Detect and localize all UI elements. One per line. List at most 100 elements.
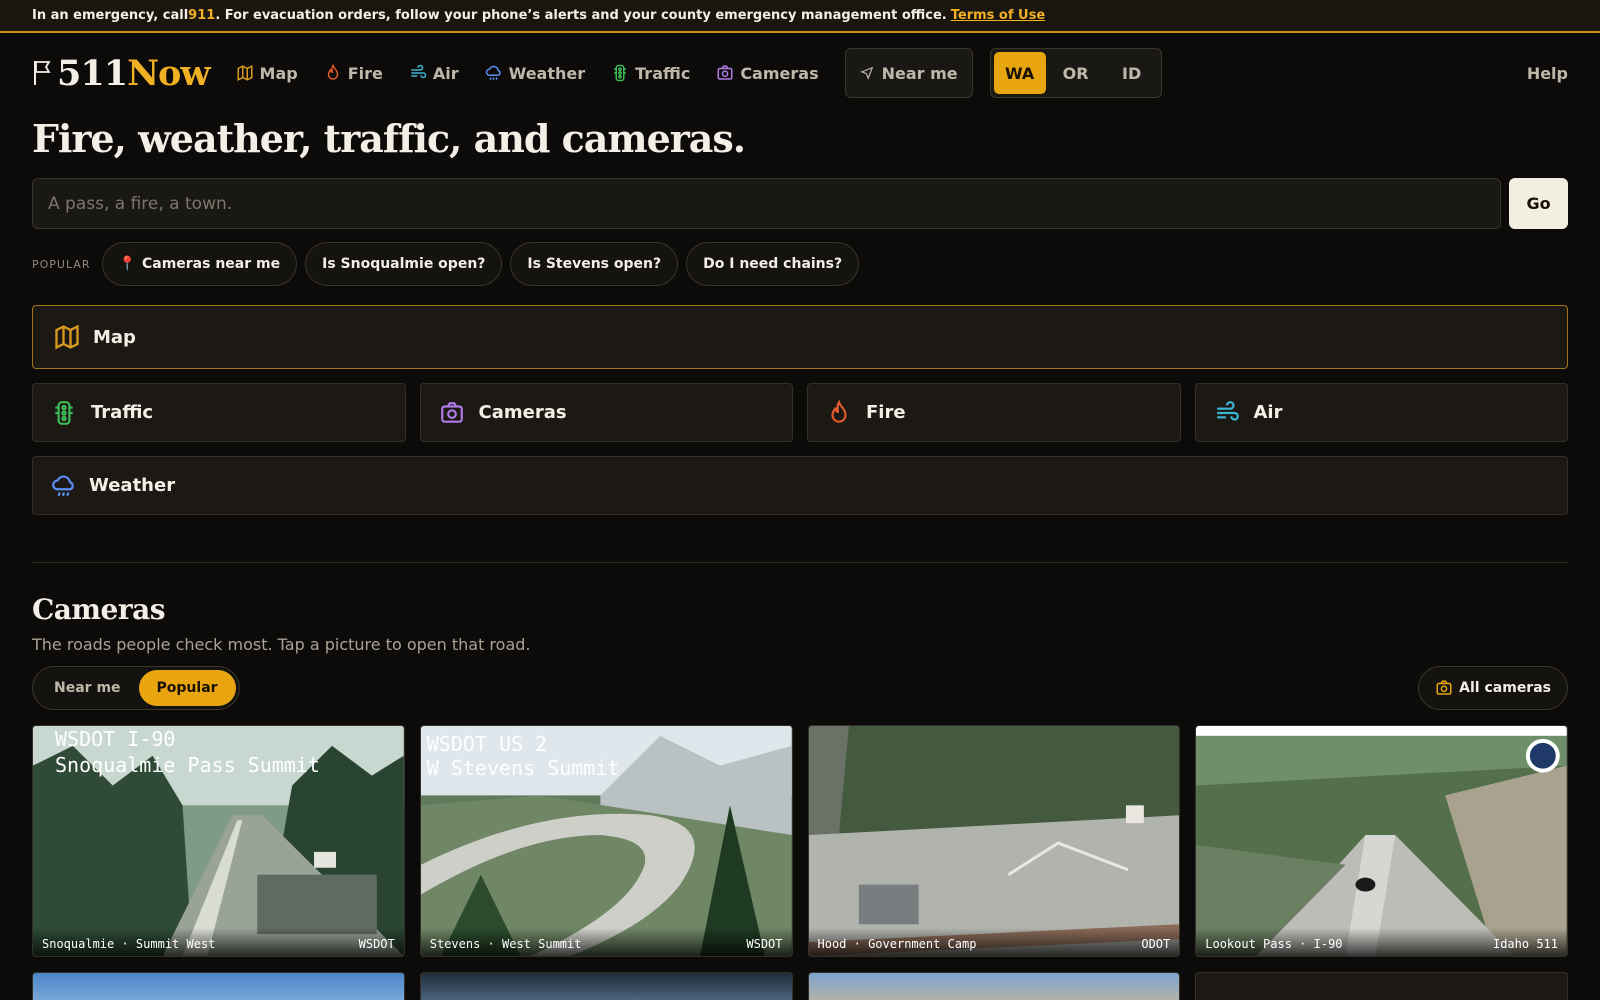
go-button[interactable]: Go xyxy=(1509,178,1568,229)
camera-source: WSDOT xyxy=(358,937,395,951)
camera-card-lookout[interactable]: Lookout Pass · I-90 Idaho 511 xyxy=(1195,725,1568,957)
cameras-tile[interactable]: Cameras xyxy=(419,383,793,442)
cameras-section-title: Cameras xyxy=(32,593,166,626)
weather-tile[interactable]: Weather xyxy=(32,456,1568,515)
nav-fire[interactable]: Fire xyxy=(324,64,383,83)
fire-icon xyxy=(831,399,847,423)
wind-icon xyxy=(1216,400,1239,421)
map-tile[interactable]: Map xyxy=(32,305,1568,369)
camera-overlay-line2: W Stevens Summit xyxy=(426,756,620,780)
all-cameras-label: All cameras xyxy=(1459,680,1551,696)
weather-tile-label: Weather xyxy=(89,475,176,496)
camera-overlay-text: WSDOT I-90 Snoqualmie Pass Summit xyxy=(55,726,320,778)
pin-icon: 📍 xyxy=(118,256,136,272)
camera-icon xyxy=(1436,680,1452,695)
fire-icon xyxy=(327,64,338,80)
popular-stevens-open[interactable]: Is Stevens open? xyxy=(510,242,679,286)
logo-text-now: Now xyxy=(127,52,210,94)
popular-label: POPULAR xyxy=(32,257,91,271)
camera-card-hood[interactable]: Hood · Government Camp ODOT xyxy=(807,725,1181,957)
traffic-light-icon xyxy=(614,64,627,82)
nav-traffic[interactable]: Traffic xyxy=(611,64,690,83)
camera-caption: Lookout Pass · I-90 xyxy=(1205,937,1343,951)
camera-caption-bar: Stevens · West Summit WSDOT xyxy=(420,928,792,956)
nav-weather-label: Weather xyxy=(508,63,586,83)
traffic-tile[interactable]: Traffic xyxy=(32,383,406,442)
state-id[interactable]: ID xyxy=(1106,52,1158,94)
popular-need-chains[interactable]: Do I need chains? xyxy=(686,242,860,286)
state-selector: WA OR ID xyxy=(989,48,1162,98)
camera-card-partial[interactable] xyxy=(807,972,1181,1000)
cloud-rain-icon xyxy=(485,65,501,80)
popular-snoqualmie-open[interactable]: Is Snoqualmie open? xyxy=(305,242,503,286)
emergency-banner: In an emergency, call 911 . For evacuati… xyxy=(0,0,1600,33)
popular-cameras-near-me[interactable]: 📍 Cameras near me xyxy=(101,242,298,286)
traffic-light-icon xyxy=(55,400,73,425)
camera-caption: Hood · Government Camp xyxy=(817,937,977,951)
page-title: Fire, weather, traffic, and cameras. xyxy=(32,116,746,161)
map-icon xyxy=(237,65,253,81)
state-or[interactable]: OR xyxy=(1050,52,1102,94)
nav-traffic-label: Traffic xyxy=(635,63,691,83)
help-link[interactable]: Help xyxy=(1527,64,1568,83)
cameras-section-subtitle: The roads people check most. Tap a pictu… xyxy=(32,635,531,654)
popular-chip-label: Cameras near me xyxy=(141,256,281,272)
camera-filter-toggle: Near me Popular xyxy=(32,666,240,710)
nav-fire-label: Fire xyxy=(347,63,383,83)
camera-overlay-text: WSDOT US 2 W Stevens Summit xyxy=(427,732,620,780)
near-me-label: Near me xyxy=(881,63,958,83)
air-tile[interactable]: Air xyxy=(1194,383,1568,442)
camera-caption-bar: Lookout Pass · I-90 Idaho 511 xyxy=(1196,928,1567,956)
section-divider xyxy=(32,562,1568,563)
terms-of-use-link[interactable]: Terms of Use xyxy=(951,8,1045,23)
camera-card-snoqualmie[interactable]: WSDOT I-90 Snoqualmie Pass Summit Snoqua… xyxy=(32,725,405,957)
navigation-arrow-icon xyxy=(859,66,873,80)
nav-cameras-label: Cameras xyxy=(740,63,819,83)
cameras-tile-label: Cameras xyxy=(478,402,567,423)
camera-overlay-line1: WSDOT US 2 xyxy=(426,732,548,756)
map-tile-label: Map xyxy=(93,326,136,348)
logo-text-511: 511 xyxy=(57,52,128,94)
camera-card-stevens[interactable]: WSDOT US 2 W Stevens Summit Stevens · We… xyxy=(419,725,793,957)
nav-weather[interactable]: Weather xyxy=(485,63,586,83)
fire-tile[interactable]: Fire xyxy=(807,383,1181,442)
traffic-tile-label: Traffic xyxy=(91,402,154,423)
nav-map[interactable]: Map xyxy=(236,64,298,83)
top-nav: 511 Now Map Fire Air Weather Traffic Cam… xyxy=(0,33,1600,113)
camera-image xyxy=(808,726,1180,956)
camera-card-partial[interactable] xyxy=(1195,972,1568,1000)
fire-tile-label: Fire xyxy=(866,402,906,423)
camera-source: Idaho 511 xyxy=(1492,937,1558,951)
tab-popular[interactable]: Popular xyxy=(138,670,236,706)
map-icon xyxy=(55,324,79,350)
camera-card-partial[interactable] xyxy=(32,972,405,1000)
near-me-button[interactable]: Near me xyxy=(844,48,973,98)
logo[interactable]: 511 Now xyxy=(32,52,211,94)
camera-source: ODOT xyxy=(1141,937,1171,951)
camera-overlay-line2: Snoqualmie Pass Summit xyxy=(55,753,320,777)
nav-cameras[interactable]: Cameras xyxy=(716,63,819,83)
popular-searches: POPULAR 📍 Cameras near me Is Snoqualmie … xyxy=(0,242,1600,286)
tab-near-me[interactable]: Near me xyxy=(36,670,139,706)
flag-icon xyxy=(34,61,51,85)
nav-map-label: Map xyxy=(259,63,298,83)
camera-icon xyxy=(440,401,463,423)
search-input[interactable] xyxy=(32,178,1501,229)
all-cameras-button[interactable]: All cameras xyxy=(1418,666,1568,710)
camera-caption: Stevens · West Summit xyxy=(429,937,582,951)
camera-caption-bar: Hood · Government Camp ODOT xyxy=(808,928,1180,956)
camera-caption: Snoqualmie · Summit West xyxy=(42,937,216,951)
state-wa[interactable]: WA xyxy=(993,52,1046,94)
banner-emergency-number: 911 xyxy=(188,8,216,23)
camera-caption-bar: Snoqualmie · Summit West WSDOT xyxy=(33,928,404,956)
nav-air[interactable]: Air xyxy=(409,64,459,83)
camera-image xyxy=(1196,726,1567,956)
air-tile-label: Air xyxy=(1253,402,1283,423)
cloud-rain-icon xyxy=(52,474,74,496)
banner-text-post: . For evacuation orders, follow your pho… xyxy=(215,8,947,23)
camera-card-partial[interactable] xyxy=(419,972,793,1000)
camera-overlay-line1: WSDOT I-90 xyxy=(55,727,176,751)
nav-air-label: Air xyxy=(432,63,459,83)
camera-source: WSDOT xyxy=(746,937,783,951)
banner-text-pre: In an emergency, call xyxy=(32,8,189,23)
